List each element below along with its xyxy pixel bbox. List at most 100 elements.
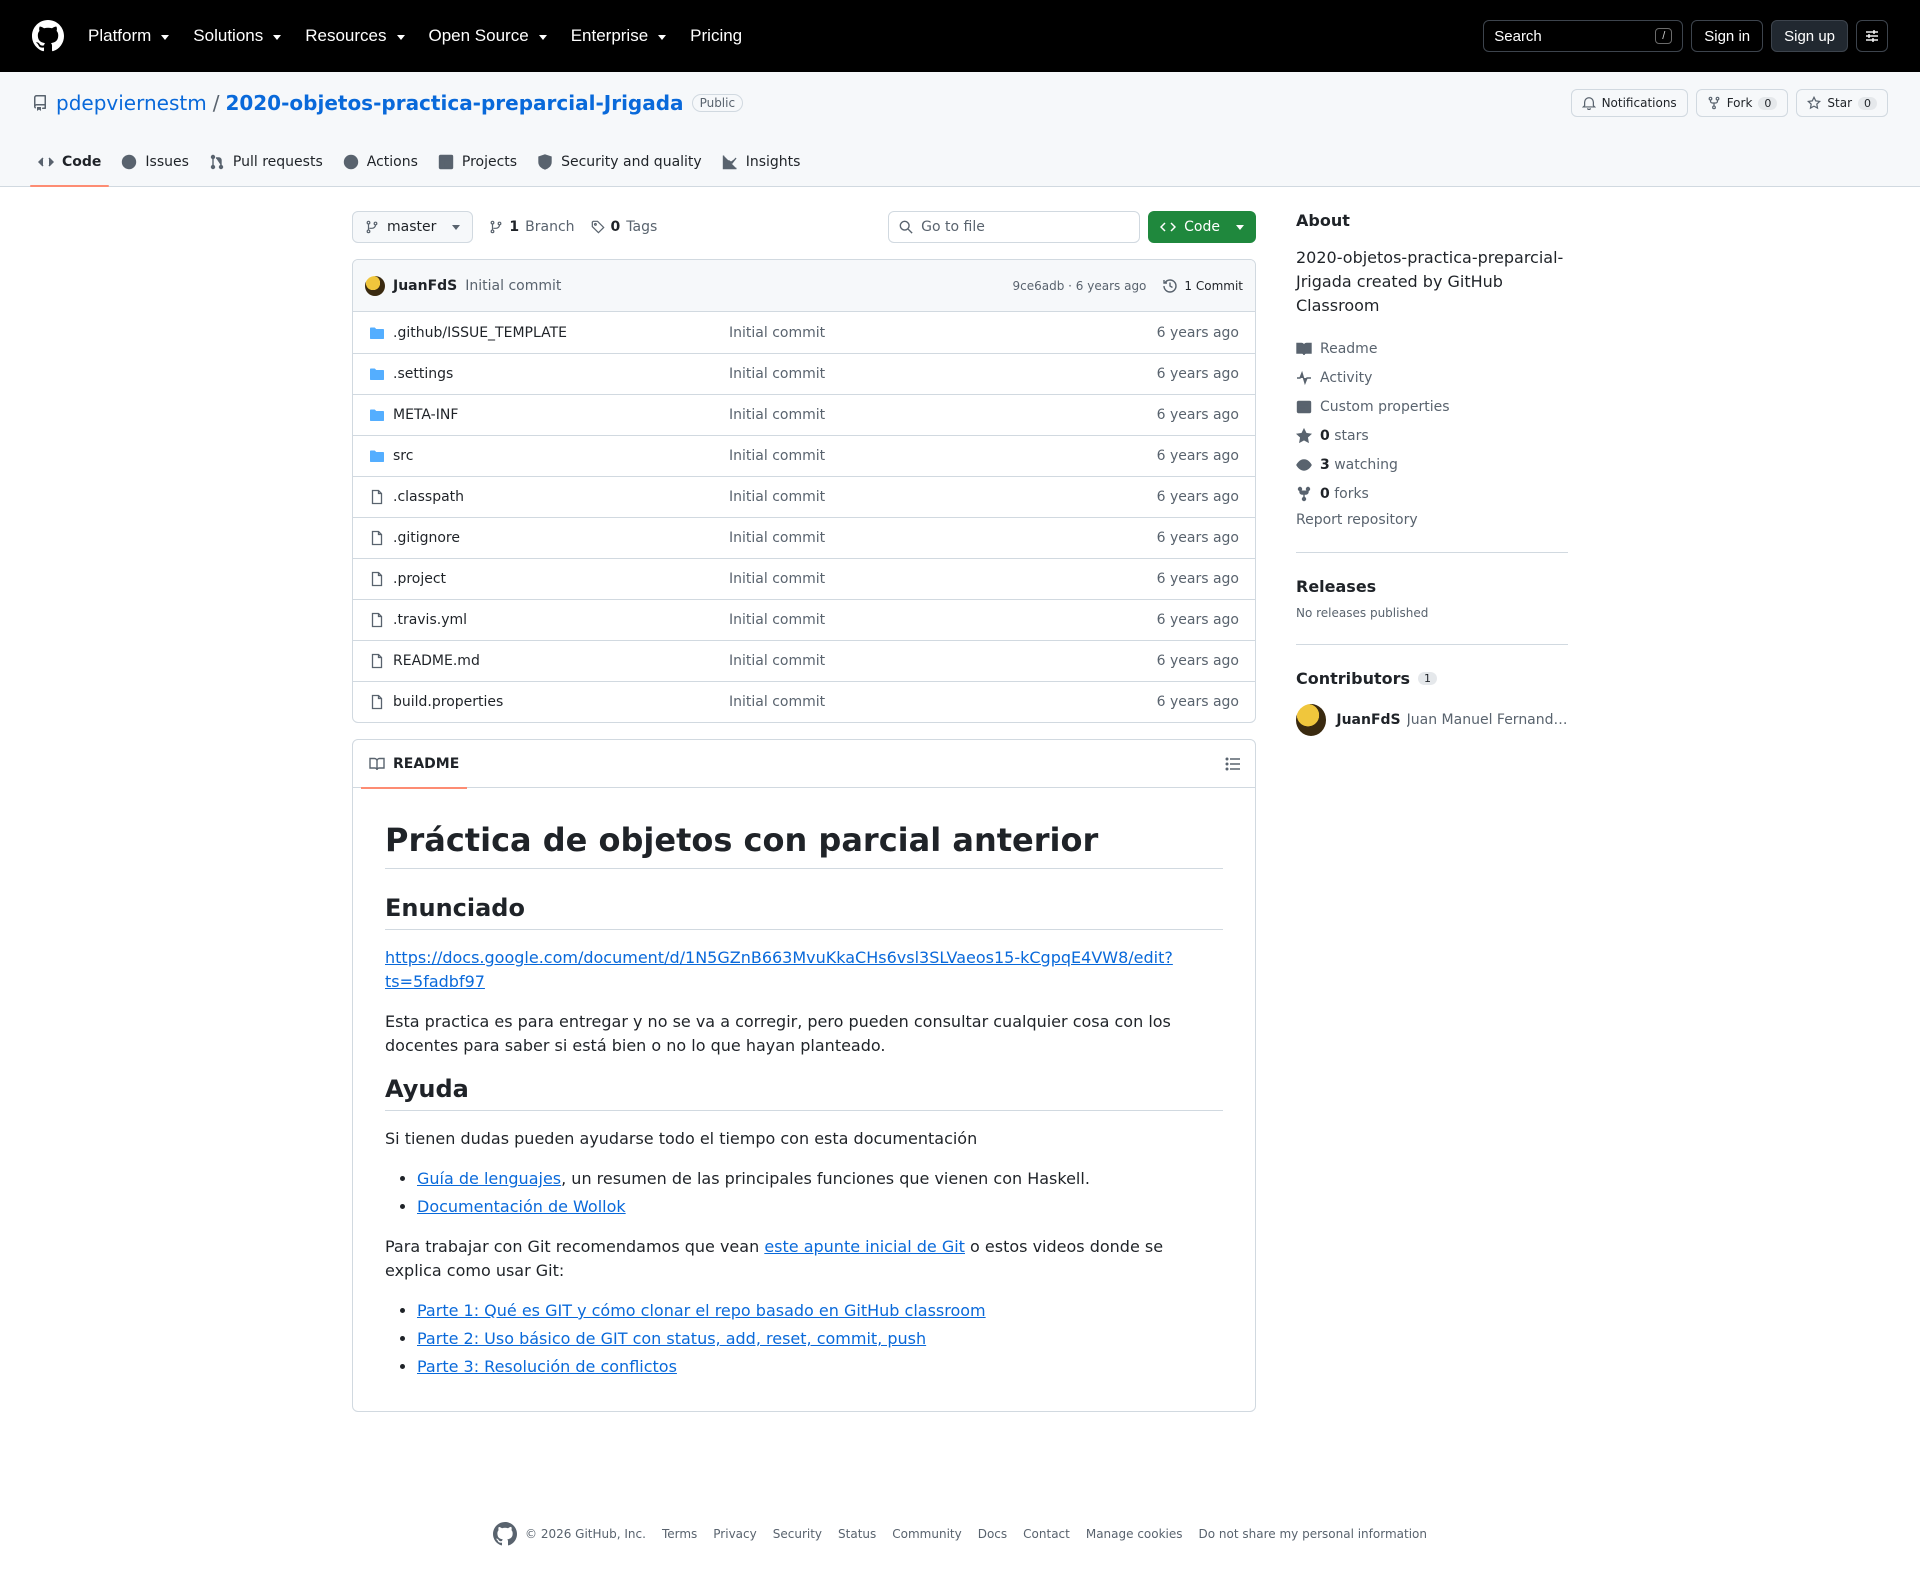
contributors-title[interactable]: Contributors [1296,669,1410,688]
pulse-icon [1297,370,1311,385]
star-count: 0 [1858,96,1877,110]
repo-content: master 1 Branch 0 Tags Go to file Code J… [352,211,1568,1412]
repo-name-link[interactable]: 2020-objetos-practica-preparcial-Jrigada [225,91,683,115]
avatar[interactable] [1296,704,1327,736]
commit-message[interactable]: Initial commit [465,278,561,294]
list-item: Parte 3: Resolución de conflictos [417,1355,1223,1379]
repo-owner-link[interactable]: pdepviernestm [56,91,207,115]
list-icon[interactable] [1225,756,1241,772]
star-button[interactable]: Star 0 [1796,89,1888,117]
file-name-link[interactable]: README.md [393,653,729,669]
activity-link[interactable]: Activity [1296,363,1568,392]
tab-readme[interactable]: README [361,740,468,789]
file-commit-link[interactable]: Initial commit [729,694,825,710]
settings-button[interactable] [1856,20,1888,52]
header-actions: Search / Sign in Sign up [1483,20,1888,52]
nav-pricing[interactable]: Pricing [690,26,742,46]
forks-link[interactable]: 0 forks [1296,479,1568,508]
video-part3-link[interactable]: Parte 3: Resolución de conflictos [417,1357,677,1376]
file-name-link[interactable]: .github/ISSUE_TEMPLATE [393,325,729,341]
releases-title[interactable]: Releases [1296,577,1568,596]
file-commit-link[interactable]: Initial commit [729,612,825,628]
tab-actions[interactable]: Actions [335,154,426,186]
tab-insights[interactable]: Insights [714,154,809,186]
file-commit-link[interactable]: Initial commit [729,407,825,423]
file-commit-link[interactable]: Initial commit [729,530,825,546]
readme-link[interactable]: Readme [1296,334,1568,363]
tab-code[interactable]: Code [30,154,110,187]
nav-resources[interactable]: Resources [305,26,405,46]
contributor-login[interactable]: JuanFdS [1336,712,1400,728]
file-commit-link[interactable]: Initial commit [729,366,825,382]
nav-enterprise[interactable]: Enterprise [571,26,667,46]
nav-open-source[interactable]: Open Source [429,26,547,46]
footer-status-link[interactable]: Status [838,1527,876,1541]
eye-icon [1296,458,1312,471]
commit-history-link[interactable]: 1 Commit [1162,278,1243,294]
table-icon [438,154,454,170]
github-logo-icon[interactable] [32,20,64,52]
commit-author[interactable]: JuanFdS [393,278,457,294]
report-repository-link[interactable]: Report repository [1296,512,1568,553]
file-name-link[interactable]: .project [393,571,729,587]
file-name-link[interactable]: .settings [393,366,729,382]
file-commit-link[interactable]: Initial commit [729,325,825,341]
footer-docs-link[interactable]: Docs [978,1527,1007,1541]
tab-security[interactable]: Security and quality [529,154,710,186]
tags-link[interactable]: 0 Tags [591,219,657,235]
file-name-link[interactable]: src [393,448,729,464]
table-row: .project Initial commit 6 years ago [353,558,1255,599]
search-input[interactable]: Search / [1483,20,1684,52]
file-name-link[interactable]: .travis.yml [393,612,729,628]
custom-properties-link[interactable]: Custom properties [1296,392,1568,421]
contributor-item[interactable]: JuanFdS Juan Manuel Fernandes dos Santos [1296,704,1568,736]
nav-solutions[interactable]: Solutions [193,26,282,46]
fork-button[interactable]: Fork 0 [1695,89,1789,117]
footer-privacy-choice-link[interactable]: Do not share my personal information [1199,1527,1427,1541]
sign-up-button[interactable]: Sign up [1771,20,1848,52]
list-item: Parte 2: Uso básico de GIT con status, a… [417,1327,1223,1351]
sign-in-button[interactable]: Sign in [1691,20,1764,52]
file-commit-link[interactable]: Initial commit [729,653,825,669]
footer-cookies-link[interactable]: Manage cookies [1086,1527,1183,1541]
guia-lenguajes-link[interactable]: Guía de lenguajes [417,1169,561,1188]
commit-hash-age[interactable]: 9ce6adb · 6 years ago [1013,279,1147,293]
code-download-button[interactable]: Code [1148,211,1256,243]
nav-platform[interactable]: Platform [88,26,170,46]
go-to-file-input[interactable]: Go to file [888,211,1141,243]
video-part1-link[interactable]: Parte 1: Qué es GIT y cómo clonar el rep… [417,1301,986,1320]
file-name-link[interactable]: .classpath [393,489,729,505]
tab-pull-requests[interactable]: Pull requests [201,154,331,186]
footer-community-link[interactable]: Community [892,1527,961,1541]
file-icon [369,489,385,505]
file-name-link[interactable]: build.properties [393,694,729,710]
file-commit-link[interactable]: Initial commit [729,448,825,464]
github-logo-icon[interactable] [493,1522,517,1546]
footer-contact-link[interactable]: Contact [1023,1527,1070,1541]
tab-projects[interactable]: Projects [430,154,525,186]
about-title: About [1296,211,1350,230]
footer-terms-link[interactable]: Terms [662,1527,697,1541]
footer-security-link[interactable]: Security [773,1527,822,1541]
stars-link[interactable]: 0 stars [1296,421,1568,450]
table-row: .settings Initial commit 6 years ago [353,353,1255,394]
contributors-header: Contributors 1 [1296,669,1568,688]
repo-tabs: Code Issues Pull requests Actions Projec… [30,134,1888,187]
notifications-button[interactable]: Notifications [1570,89,1688,117]
video-part2-link[interactable]: Parte 2: Uso básico de GIT con status, a… [417,1329,926,1348]
watchers-link[interactable]: 3 watching [1296,450,1568,479]
footer-privacy-link[interactable]: Privacy [713,1527,756,1541]
list-item: Documentación de Wollok [417,1195,1223,1219]
enunciado-doc-link[interactable]: https://docs.google.com/document/d/1N5GZ… [385,948,1173,991]
avatar[interactable] [365,275,385,296]
tab-issues[interactable]: Issues [113,154,197,186]
file-name-link[interactable]: META-INF [393,407,729,423]
branches-link[interactable]: 1 Branch [489,219,575,235]
readme-title: Práctica de objetos con parcial anterior [385,820,1223,869]
file-commit-link[interactable]: Initial commit [729,489,825,505]
git-apunte-link[interactable]: este apunte inicial de Git [764,1237,965,1256]
file-commit-link[interactable]: Initial commit [729,571,825,587]
branch-selector[interactable]: master [352,211,474,243]
wollok-docs-link[interactable]: Documentación de Wollok [417,1197,626,1216]
file-name-link[interactable]: .gitignore [393,530,729,546]
